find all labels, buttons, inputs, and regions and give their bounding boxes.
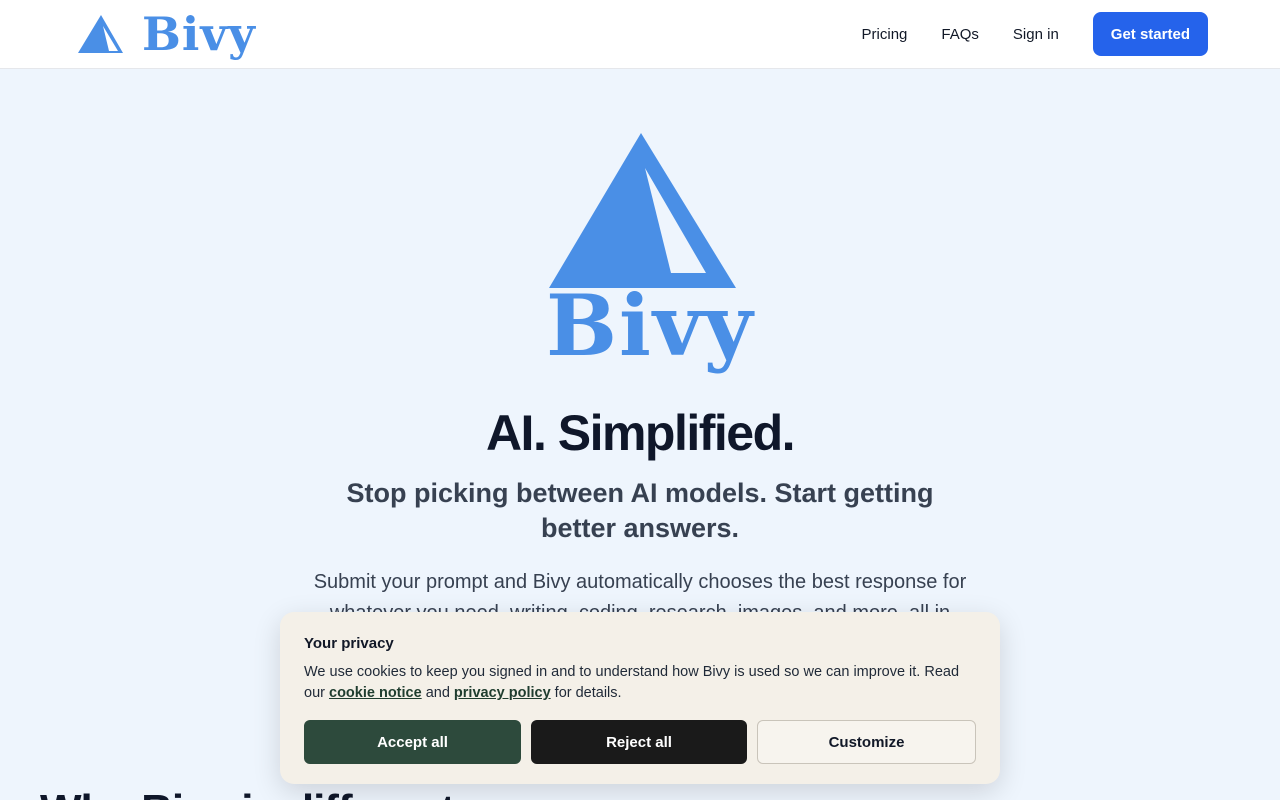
- nav-sign-in-link[interactable]: Sign in: [1013, 26, 1059, 43]
- top-navigation-bar: Bivy Pricing FAQs Sign in Get started: [0, 0, 1280, 69]
- brand-wordmark: Bivy: [142, 7, 256, 61]
- reject-all-button[interactable]: Reject all: [531, 720, 747, 764]
- get-started-button[interactable]: Get started: [1092, 12, 1208, 56]
- cookie-consent-banner: Your privacy We use cookies to keep you …: [280, 612, 1000, 784]
- cookie-text-and: and: [421, 685, 454, 701]
- brand-logo-link[interactable]: Bivy: [78, 8, 256, 60]
- nav-faqs-link[interactable]: FAQs: [941, 26, 979, 43]
- main-nav: Pricing FAQs Sign in Get started: [862, 12, 1208, 56]
- customize-button[interactable]: Customize: [757, 720, 976, 764]
- hero-subheadline: Stop picking between AI models. Start ge…: [346, 478, 934, 543]
- tent-logo-icon: [78, 15, 123, 53]
- hero-logo: Bivy: [546, 132, 755, 390]
- hero-tent-icon: [549, 133, 736, 288]
- privacy-policy-link[interactable]: privacy policy: [454, 685, 551, 701]
- accept-all-button[interactable]: Accept all: [304, 720, 521, 764]
- hero-wordmark: Bivy: [546, 276, 755, 375]
- cookie-banner-text: We use cookies to keep you signed in and…: [304, 662, 976, 704]
- cookie-notice-link[interactable]: cookie notice: [329, 685, 422, 701]
- cookie-banner-title: Your privacy: [304, 635, 394, 652]
- hero-headline: AI. Simplified.: [485, 405, 796, 461]
- section-title: Why Bivy is different: [40, 786, 455, 800]
- cookie-text-outro: for details.: [550, 685, 622, 701]
- nav-pricing-link[interactable]: Pricing: [862, 26, 908, 43]
